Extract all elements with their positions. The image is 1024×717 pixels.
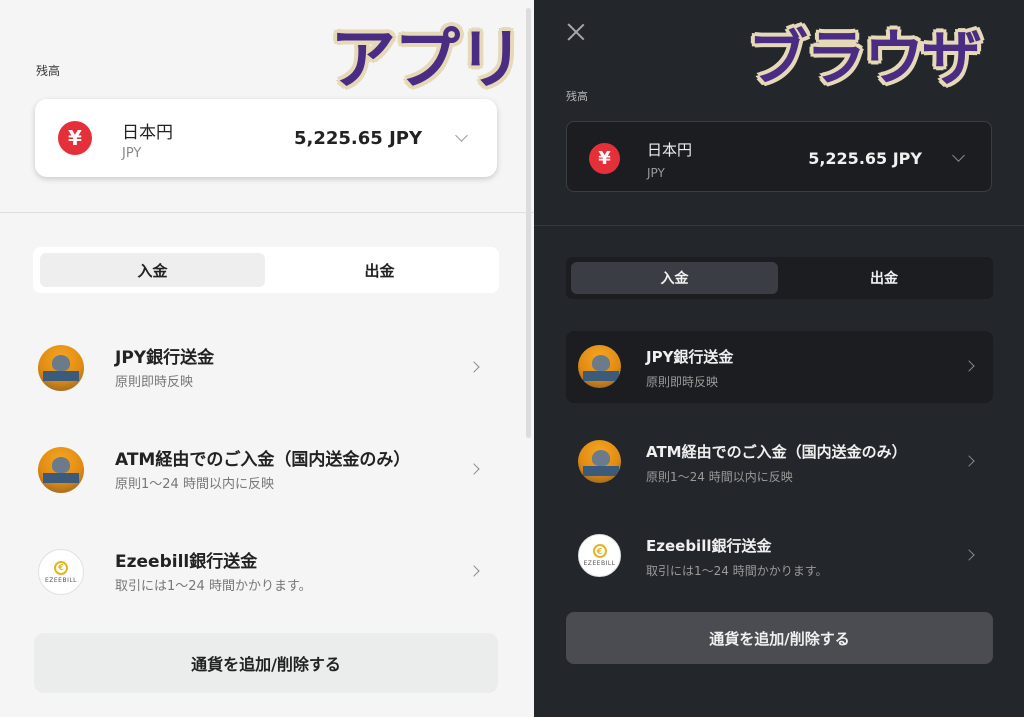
method-title: ATM経由でのご入金（国内送金のみ） <box>646 443 907 461</box>
bank-transfer-avatar-icon <box>578 345 621 388</box>
chevron-down-icon <box>952 149 965 162</box>
currency-code: JPY <box>122 146 142 161</box>
method-subtitle: 原則1〜24 時間以内に反映 <box>646 470 793 484</box>
app-panel: 残高 ¥ 日本円 JPY 5,225.65 JPY 入金 出金 JPY銀行送金 … <box>0 0 534 717</box>
tab-deposit[interactable]: 入金 <box>40 253 265 287</box>
chevron-right-icon <box>468 565 480 577</box>
method-subtitle: 原則即時反映 <box>115 375 194 390</box>
bank-transfer-avatar-icon <box>38 345 84 391</box>
scrollbar[interactable] <box>526 8 531 438</box>
method-title: JPY銀行送金 <box>115 348 215 368</box>
method-subtitle: 原則即時反映 <box>646 375 719 389</box>
deposit-withdraw-tabs: 入金 出金 <box>33 247 499 293</box>
method-jpy-bank-transfer[interactable]: JPY銀行送金 原則即時反映 <box>566 331 993 403</box>
currency-selector[interactable]: ¥ 日本円 JPY 5,225.65 JPY <box>35 99 497 177</box>
deposit-withdraw-tabs: 入金 出金 <box>566 257 993 299</box>
atm-avatar-icon <box>578 440 621 483</box>
method-atm[interactable]: ATM経由でのご入金（国内送金のみ） 原則1〜24 時間以内に反映 <box>38 442 498 512</box>
divider <box>0 212 534 213</box>
browser-overlay-label: ブラウザ <box>748 24 982 94</box>
balance-label: 残高 <box>36 64 61 78</box>
divider <box>534 225 1024 226</box>
method-ezeebill[interactable]: € EZEEBILL Ezeebill銀行送金 取引には1〜24 時間かかります… <box>566 520 993 592</box>
chevron-right-icon <box>468 463 480 475</box>
yen-icon: ¥ <box>58 121 92 155</box>
method-subtitle: 取引には1〜24 時間かかります。 <box>646 564 828 578</box>
tab-withdraw[interactable]: 出金 <box>267 253 492 287</box>
balance-amount: 5,225.65 JPY <box>293 128 422 149</box>
balance-amount: 5,225.65 JPY <box>808 149 922 168</box>
method-title: Ezeebill銀行送金 <box>646 537 772 555</box>
atm-avatar-icon <box>38 447 84 493</box>
ezeebill-logo-icon: € EZEEBILL <box>578 534 621 577</box>
balance-label: 残高 <box>566 90 588 103</box>
method-title: Ezeebill銀行送金 <box>115 552 258 572</box>
method-atm[interactable]: ATM経由でのご入金（国内送金のみ） 原則1〜24 時間以内に反映 <box>566 426 993 498</box>
tab-withdraw[interactable]: 出金 <box>780 262 988 294</box>
tab-deposit[interactable]: 入金 <box>571 262 778 294</box>
chevron-right-icon <box>963 455 975 467</box>
method-jpy-bank-transfer[interactable]: JPY銀行送金 原則即時反映 <box>38 340 498 410</box>
currency-code: JPY <box>647 166 665 180</box>
yen-icon: ¥ <box>589 143 620 174</box>
currency-name: 日本円 <box>122 123 173 143</box>
method-ezeebill[interactable]: € EZEEBILL Ezeebill銀行送金 取引には1〜24 時間かかります… <box>38 544 498 614</box>
method-title: ATM経由でのご入金（国内送金のみ） <box>115 450 411 470</box>
app-overlay-label: アプリ <box>330 21 524 98</box>
currency-name: 日本円 <box>647 141 693 159</box>
chevron-right-icon <box>468 361 480 373</box>
chevron-down-icon <box>455 129 468 142</box>
add-remove-currency-button[interactable]: 通貨を追加/削除する <box>566 612 993 664</box>
browser-panel: 残高 ¥ 日本円 JPY 5,225.65 JPY 入金 出金 JPY銀行送金 … <box>534 0 1024 717</box>
chevron-right-icon <box>963 549 975 561</box>
method-subtitle: 原則1〜24 時間以内に反映 <box>115 477 274 492</box>
method-title: JPY銀行送金 <box>646 348 734 366</box>
currency-selector[interactable]: ¥ 日本円 JPY 5,225.65 JPY <box>566 121 992 192</box>
method-subtitle: 取引には1〜24 時間かかります。 <box>115 579 312 594</box>
ezeebill-logo-icon: € EZEEBILL <box>38 549 84 595</box>
add-remove-currency-button[interactable]: 通貨を追加/削除する <box>34 633 498 693</box>
chevron-right-icon <box>963 360 975 372</box>
close-icon[interactable] <box>566 22 586 42</box>
